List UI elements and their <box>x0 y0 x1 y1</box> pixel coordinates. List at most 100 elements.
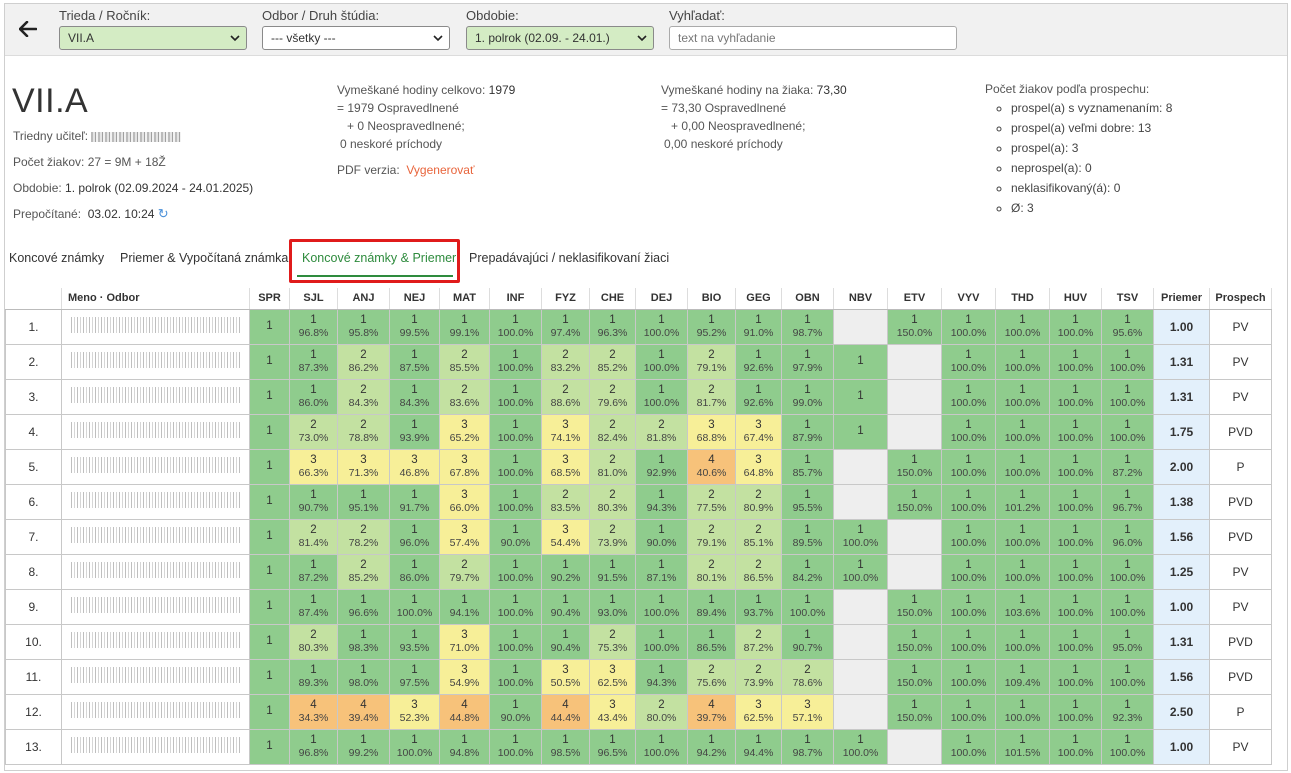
subject-header-obn[interactable]: OBN <box>781 288 834 310</box>
grade-cell-nbv[interactable] <box>833 588 888 625</box>
student-name-cell[interactable] <box>61 553 250 590</box>
grade-cell-tsv[interactable]: 1 100.0% <box>1101 728 1154 765</box>
grade-cell-thd[interactable]: 1 100.0% <box>995 343 1050 380</box>
grade-cell-huv[interactable]: 1 100.0% <box>1049 448 1102 485</box>
grade-cell-obn[interactable]: 1 99.0% <box>781 378 834 415</box>
grade-cell-tsv[interactable]: 1 95.0% <box>1101 623 1154 660</box>
table-row[interactable]: 8. 1 1 87.2% 2 85.2% 1 86.0% 2 79.7% 1 100.0% 1 90.2%… <box>5 553 1272 590</box>
grade-cell-obn[interactable]: 2 78.6% <box>781 658 834 695</box>
grade-cell-thd[interactable]: 1 101.2% <box>995 483 1050 520</box>
subject-header-vyv[interactable]: VYV <box>941 288 996 310</box>
grade-cell-huv[interactable]: 1 100.0% <box>1049 658 1102 695</box>
grade-cell-huv[interactable]: 1 100.0% <box>1049 343 1102 380</box>
grade-cell-mat[interactable]: 1 99.1% <box>439 308 490 345</box>
grade-cell-nej[interactable]: 1 97.5% <box>389 658 440 695</box>
grade-cell-bio[interactable]: 2 77.5% <box>687 483 736 520</box>
grade-cell-obn[interactable]: 1 100.0% <box>781 588 834 625</box>
grade-cell-obn[interactable]: 1 85.7% <box>781 448 834 485</box>
grade-cell-tsv[interactable]: 1 95.6% <box>1101 308 1154 345</box>
subject-header-dej[interactable]: DEJ <box>635 288 688 310</box>
grade-cell-obn[interactable]: 1 87.9% <box>781 413 834 450</box>
grade-cell-che[interactable]: 2 79.6% <box>589 378 636 415</box>
grade-cell-mat[interactable]: 3 71.0% <box>439 623 490 660</box>
grade-cell-fyz[interactable]: 3 68.5% <box>541 448 590 485</box>
grade-cell-spr[interactable]: 1 <box>249 343 290 380</box>
grade-cell-nbv[interactable]: 1 100.0% <box>833 553 888 590</box>
grade-cell-fyz[interactable]: 2 83.5% <box>541 483 590 520</box>
grade-cell-etv[interactable] <box>887 518 942 555</box>
grade-cell-spr[interactable]: 1 <box>249 483 290 520</box>
student-name-cell[interactable] <box>61 658 250 695</box>
grade-cell-bio[interactable]: 1 94.2% <box>687 728 736 765</box>
subject-header-fyz[interactable]: FYZ <box>541 288 590 310</box>
grade-cell-vyv[interactable]: 1 100.0% <box>941 658 996 695</box>
grade-cell-vyv[interactable]: 1 100.0% <box>941 483 996 520</box>
subject-header-huv[interactable]: HUV <box>1049 288 1102 310</box>
grade-cell-nej[interactable]: 1 93.9% <box>389 413 440 450</box>
grade-cell-nbv[interactable]: 1 100.0% <box>833 518 888 555</box>
average-column-header[interactable]: Priemer <box>1153 288 1210 310</box>
grade-cell-bio[interactable]: 2 79.1% <box>687 518 736 555</box>
grade-cell-vyv[interactable]: 1 100.0% <box>941 623 996 660</box>
grade-cell-tsv[interactable]: 1 96.7% <box>1101 483 1154 520</box>
grade-cell-obn[interactable]: 1 90.7% <box>781 623 834 660</box>
grade-cell-nbv[interactable]: 1 100.0% <box>833 728 888 765</box>
grade-cell-geg[interactable]: 2 73.9% <box>735 658 782 695</box>
grade-cell-etv[interactable]: 1 150.0% <box>887 658 942 695</box>
grade-cell-bio[interactable]: 1 86.5% <box>687 623 736 660</box>
grade-cell-nbv[interactable] <box>833 658 888 695</box>
grade-cell-etv[interactable]: 1 150.0% <box>887 623 942 660</box>
grade-cell-vyv[interactable]: 1 100.0% <box>941 343 996 380</box>
table-row[interactable]: 6. 1 1 90.7% 1 95.1% 1 91.7% 3 66.0% 1 100.0% 2 83.5%… <box>5 483 1272 520</box>
grade-cell-sjl[interactable]: 1 89.3% <box>289 658 338 695</box>
grade-cell-nbv[interactable]: 1 <box>833 413 888 450</box>
grade-cell-vyv[interactable]: 1 100.0% <box>941 308 996 345</box>
grade-cell-tsv[interactable]: 1 100.0% <box>1101 658 1154 695</box>
grade-cell-sjl[interactable]: 1 90.7% <box>289 483 338 520</box>
grade-cell-dej[interactable]: 2 80.0% <box>635 693 688 730</box>
grade-cell-tsv[interactable]: 1 92.3% <box>1101 693 1154 730</box>
grade-cell-nej[interactable]: 1 84.3% <box>389 378 440 415</box>
student-name-cell[interactable] <box>61 413 250 450</box>
student-name-cell[interactable] <box>61 343 250 380</box>
grade-cell-vyv[interactable]: 1 100.0% <box>941 413 996 450</box>
grade-cell-nej[interactable]: 1 91.7% <box>389 483 440 520</box>
grade-cell-vyv[interactable]: 1 100.0% <box>941 553 996 590</box>
grade-cell-sjl[interactable]: 1 96.8% <box>289 728 338 765</box>
subject-header-tsv[interactable]: TSV <box>1101 288 1154 310</box>
grade-cell-mat[interactable]: 3 65.2% <box>439 413 490 450</box>
grade-cell-tsv[interactable]: 1 100.0% <box>1101 413 1154 450</box>
grade-cell-inf[interactable]: 1 100.0% <box>489 588 542 625</box>
table-row[interactable]: 5. 1 3 66.3% 3 71.3% 3 46.8% 3 67.8% 1 100.0% 3 68.5%… <box>5 448 1272 485</box>
table-row[interactable]: 10. 1 2 80.3% 1 98.3% 1 93.5% 3 71.0% 1 100.0% 1 90.4… <box>5 623 1272 660</box>
grade-cell-nej[interactable]: 3 46.8% <box>389 448 440 485</box>
grade-cell-inf[interactable]: 1 100.0% <box>489 553 542 590</box>
subject-header-inf[interactable]: INF <box>489 288 542 310</box>
grade-cell-thd[interactable]: 1 103.6% <box>995 588 1050 625</box>
grade-cell-nej[interactable]: 1 93.5% <box>389 623 440 660</box>
grade-cell-vyv[interactable]: 1 100.0% <box>941 448 996 485</box>
grade-cell-thd[interactable]: 1 100.0% <box>995 378 1050 415</box>
grade-cell-fyz[interactable]: 1 98.5% <box>541 728 590 765</box>
table-row[interactable]: 12. 1 4 34.3% 4 39.4% 3 52.3% 4 44.8% 1 90.0% 4 44.4%… <box>5 693 1272 730</box>
student-name-cell[interactable] <box>61 588 250 625</box>
subject-header-geg[interactable]: GEG <box>735 288 782 310</box>
grade-cell-sjl[interactable]: 2 80.3% <box>289 623 338 660</box>
subject-header-che[interactable]: CHE <box>589 288 636 310</box>
grade-cell-dej[interactable]: 1 94.3% <box>635 483 688 520</box>
subject-header-mat[interactable]: MAT <box>439 288 490 310</box>
grade-cell-nej[interactable]: 3 52.3% <box>389 693 440 730</box>
grade-cell-dej[interactable]: 1 100.0% <box>635 623 688 660</box>
grade-cell-anj[interactable]: 1 96.6% <box>337 588 390 625</box>
grade-cell-anj[interactable]: 2 78.2% <box>337 518 390 555</box>
subject-header-thd[interactable]: THD <box>995 288 1050 310</box>
grade-cell-huv[interactable]: 1 100.0% <box>1049 518 1102 555</box>
grade-cell-geg[interactable]: 2 86.5% <box>735 553 782 590</box>
grade-cell-inf[interactable]: 1 100.0% <box>489 378 542 415</box>
grade-cell-obn[interactable]: 1 98.7% <box>781 728 834 765</box>
grade-cell-geg[interactable]: 1 94.4% <box>735 728 782 765</box>
period-select[interactable]: 1. polrok (02.09. - 24.01.) <box>466 26 654 50</box>
subject-header-anj[interactable]: ANJ <box>337 288 390 310</box>
grade-cell-fyz[interactable]: 1 90.4% <box>541 588 590 625</box>
grade-cell-sjl[interactable]: 2 73.0% <box>289 413 338 450</box>
